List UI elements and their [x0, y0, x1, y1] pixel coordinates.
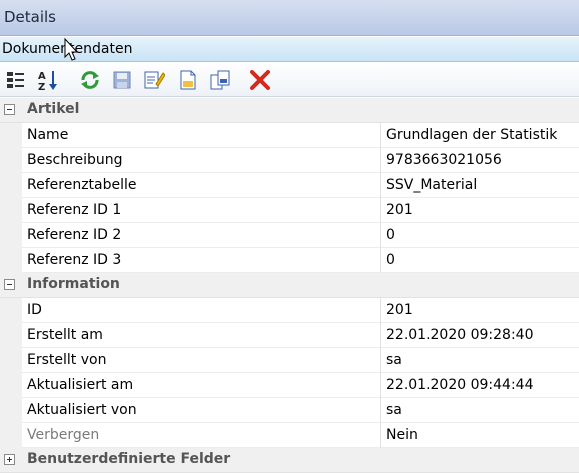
property-value[interactable]: Grundlagen der Statistik [386, 127, 557, 143]
property-name: Referenz ID 1 [27, 202, 122, 218]
property-row[interactable]: Name Grundlagen der Statistik [0, 123, 579, 148]
property-row[interactable]: Verbergen Nein [0, 423, 579, 448]
property-name: Aktualisiert am [27, 377, 134, 393]
property-row[interactable]: Erstellt von sa [0, 348, 579, 373]
property-name: Referenztabelle [27, 177, 137, 193]
property-row[interactable]: Aktualisiert von sa [0, 398, 579, 423]
collapse-icon[interactable] [4, 279, 15, 290]
property-value[interactable]: Nein [386, 427, 418, 443]
property-value[interactable]: 9783663021056 [386, 152, 502, 168]
expand-icon[interactable] [4, 454, 15, 465]
property-value[interactable]: 22.01.2020 09:44:44 [386, 377, 534, 393]
property-name: Erstellt von [27, 352, 107, 368]
panel-title: Details [4, 8, 57, 26]
property-name: ID [27, 302, 42, 318]
property-value[interactable]: 22.01.2020 09:28:40 [386, 327, 534, 343]
property-row[interactable]: Erstellt am 22.01.2020 09:28:40 [0, 323, 579, 348]
property-row[interactable]: Aktualisiert am 22.01.2020 09:44:44 [0, 373, 579, 398]
property-row[interactable]: Referenz ID 2 0 [0, 223, 579, 248]
delete-icon[interactable] [248, 68, 272, 92]
property-row[interactable]: Referenz ID 1 201 [0, 198, 579, 223]
property-name: Erstellt am [27, 327, 103, 343]
property-value[interactable]: sa [386, 352, 402, 368]
svg-text:Z: Z [38, 82, 45, 91]
category-label: Benutzerdefinierte Felder [27, 451, 231, 467]
new-document-icon[interactable] [176, 68, 200, 92]
property-row[interactable]: Referenz ID 3 0 [0, 248, 579, 273]
category-row-information[interactable]: Information [0, 273, 579, 298]
category-row-artikel[interactable]: Artikel [0, 98, 579, 123]
document-data-header[interactable]: Dokumentendaten [0, 37, 579, 62]
property-row[interactable]: Beschreibung 9783663021056 [0, 148, 579, 173]
property-value[interactable]: 0 [386, 227, 395, 243]
collapse-icon[interactable] [4, 104, 15, 115]
property-name: Aktualisiert von [27, 402, 137, 418]
toolbar: A Z [0, 62, 579, 97]
category-label: Artikel [27, 101, 80, 117]
property-name: Name [27, 127, 69, 143]
property-row[interactable]: Referenztabelle SSV_Material [0, 173, 579, 198]
property-value[interactable]: sa [386, 402, 402, 418]
sort-alphabetical-icon[interactable]: A Z [36, 68, 60, 92]
edit-icon[interactable] [142, 68, 166, 92]
category-label: Information [27, 276, 120, 292]
property-value[interactable]: 0 [386, 252, 395, 268]
refresh-icon[interactable] [78, 68, 102, 92]
property-name: Verbergen [27, 427, 100, 443]
property-grid: Artikel Name Grundlagen der Statistik Bes… [0, 98, 579, 473]
categorized-view-icon[interactable] [4, 68, 28, 92]
property-name: Referenz ID 2 [27, 227, 122, 243]
property-name: Referenz ID 3 [27, 252, 122, 268]
panel-title-bar: Details [0, 0, 579, 36]
property-name: Beschreibung [27, 152, 123, 168]
svg-text:A: A [38, 71, 46, 82]
mouse-cursor-icon [64, 37, 80, 66]
copy-document-icon[interactable] [208, 68, 232, 92]
save-icon[interactable] [110, 68, 134, 92]
property-value[interactable]: 201 [386, 302, 413, 318]
property-row[interactable]: ID 201 [0, 298, 579, 323]
property-value[interactable]: SSV_Material [386, 177, 477, 193]
property-value[interactable]: 201 [386, 202, 413, 218]
